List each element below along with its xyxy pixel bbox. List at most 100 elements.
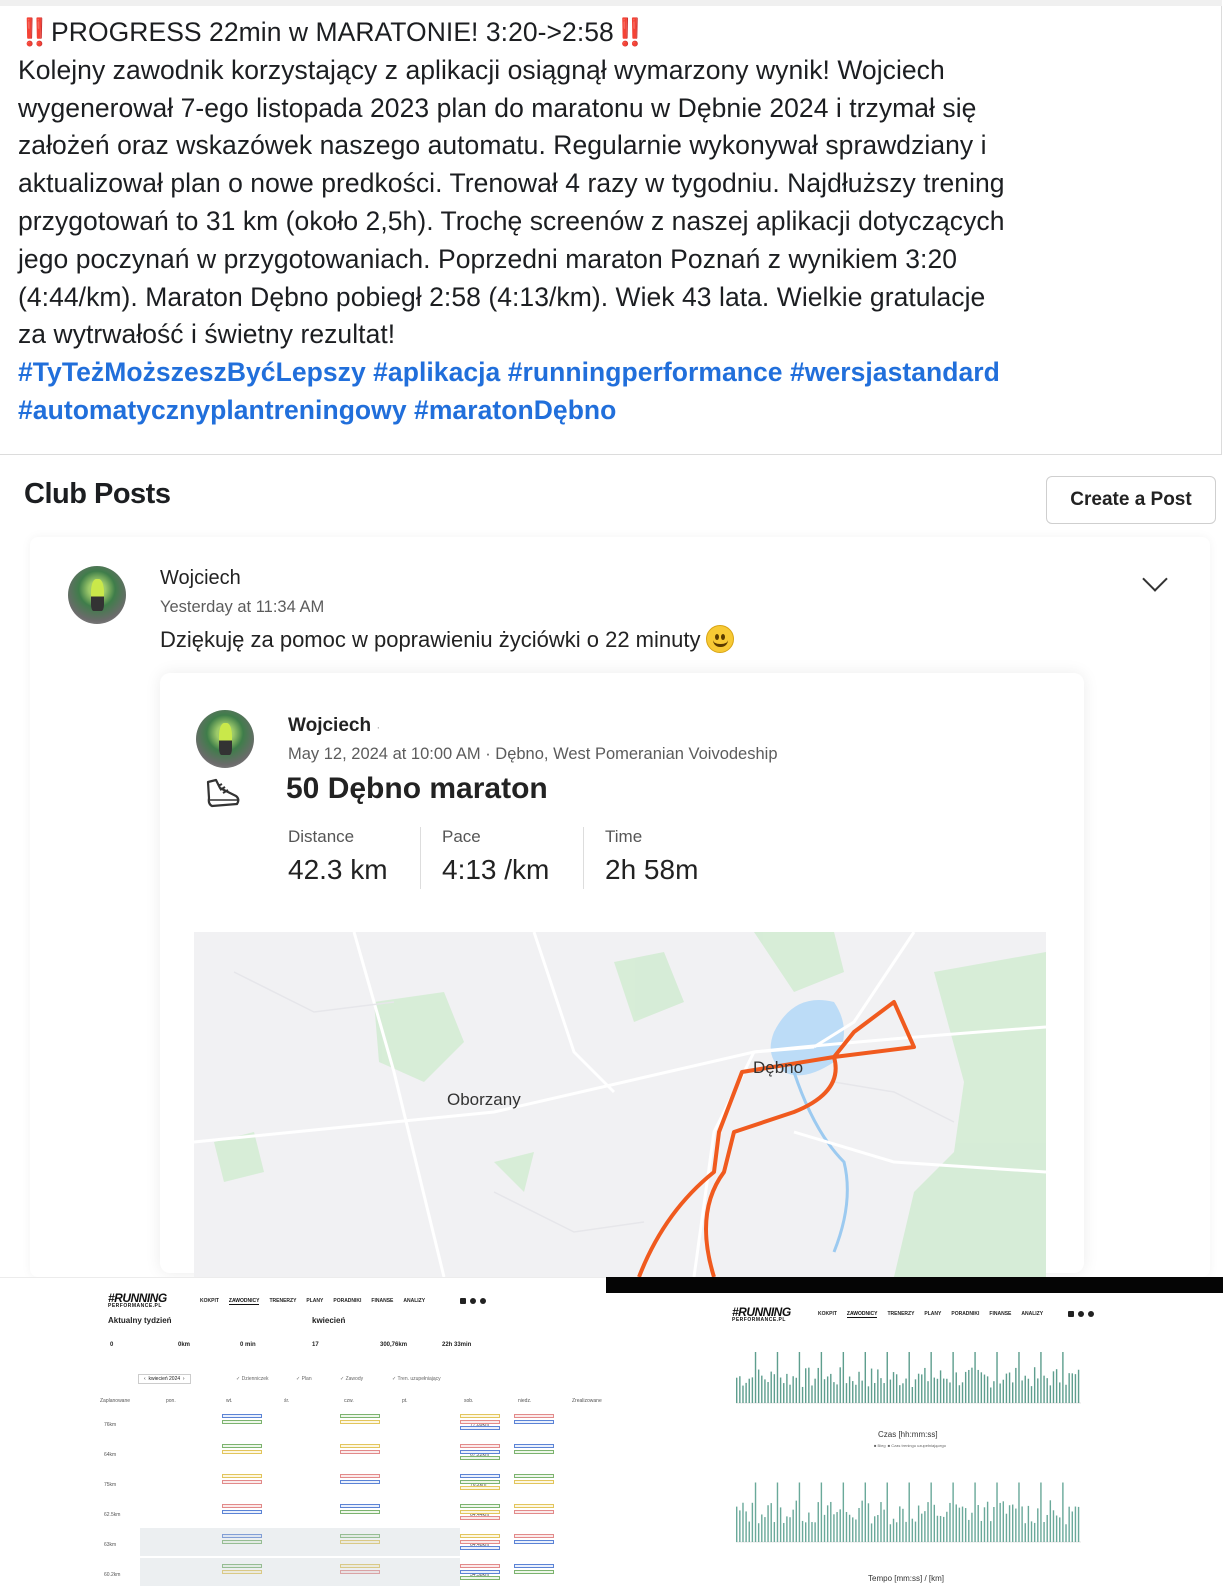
training-entry[interactable] bbox=[460, 1474, 500, 1478]
training-entry[interactable] bbox=[460, 1456, 500, 1460]
filter-plan[interactable]: ✓ Plan bbox=[296, 1376, 312, 1382]
app-nav: KOKPIT ZAWODNICY TRENERZY PLANY PORADNIK… bbox=[818, 1311, 1043, 1318]
chart-bar bbox=[943, 1378, 945, 1403]
chart-bar bbox=[808, 1367, 810, 1403]
chart-bar bbox=[990, 1387, 992, 1403]
training-entry[interactable] bbox=[460, 1534, 500, 1538]
chart-bar bbox=[792, 1509, 794, 1542]
training-entry[interactable] bbox=[460, 1486, 500, 1490]
activity-author[interactable]: Wojciech · bbox=[288, 715, 380, 737]
chart-bar bbox=[1065, 1524, 1067, 1542]
filter-supplementary[interactable]: ✓ Tren. uzupełniający bbox=[392, 1376, 441, 1382]
nav-item[interactable]: PORADNIKI bbox=[951, 1311, 979, 1318]
training-entry[interactable] bbox=[460, 1426, 500, 1430]
training-entry[interactable] bbox=[460, 1576, 500, 1580]
nav-item[interactable]: KOKPIT bbox=[200, 1298, 219, 1305]
training-entry[interactable] bbox=[340, 1450, 380, 1454]
create-post-button[interactable]: Create a Post bbox=[1046, 476, 1216, 524]
nav-item[interactable]: FINANSE bbox=[371, 1298, 393, 1305]
training-entry[interactable] bbox=[460, 1564, 500, 1568]
nav-item[interactable]: KOKPIT bbox=[818, 1311, 837, 1318]
nav-item[interactable]: TRENERZY bbox=[269, 1298, 296, 1305]
training-entry[interactable] bbox=[514, 1564, 554, 1568]
training-entry[interactable] bbox=[460, 1516, 500, 1520]
training-entry[interactable] bbox=[222, 1414, 262, 1418]
chart-bar bbox=[858, 1507, 860, 1542]
training-entry[interactable] bbox=[460, 1540, 500, 1544]
nav-item[interactable]: PORADNIKI bbox=[333, 1298, 361, 1305]
training-entry[interactable] bbox=[460, 1480, 500, 1484]
chart-bar bbox=[808, 1512, 810, 1542]
training-entry[interactable] bbox=[514, 1444, 554, 1448]
chart-bar bbox=[993, 1507, 995, 1542]
nav-item[interactable]: PLANY bbox=[306, 1298, 323, 1305]
training-entry[interactable] bbox=[340, 1420, 380, 1424]
training-entry[interactable] bbox=[340, 1480, 380, 1484]
training-entry[interactable] bbox=[340, 1444, 380, 1448]
training-entry[interactable] bbox=[514, 1570, 554, 1574]
time-bar-chart bbox=[736, 1482, 1081, 1543]
training-entry[interactable] bbox=[222, 1474, 262, 1478]
map-label-oborzany: Oborzany bbox=[447, 1090, 521, 1109]
chart-bar bbox=[924, 1511, 926, 1542]
training-entry[interactable] bbox=[460, 1546, 500, 1550]
month-selector[interactable]: ‹ kwiecień 2024 › bbox=[138, 1374, 191, 1384]
training-entry[interactable] bbox=[222, 1504, 262, 1508]
training-entry[interactable] bbox=[222, 1510, 262, 1514]
chart-bar bbox=[779, 1507, 782, 1542]
nav-item[interactable]: FINANSE bbox=[989, 1311, 1011, 1318]
route-map[interactable] bbox=[194, 932, 1046, 1277]
nav-item[interactable]: ANALIZY bbox=[1021, 1311, 1043, 1318]
training-entry[interactable] bbox=[514, 1420, 554, 1424]
chart-bar bbox=[820, 1482, 823, 1542]
training-entry[interactable] bbox=[514, 1414, 554, 1418]
chart-bar bbox=[742, 1502, 744, 1542]
header-icons[interactable] bbox=[1068, 1311, 1094, 1317]
training-entry[interactable] bbox=[460, 1420, 500, 1424]
training-entry[interactable] bbox=[222, 1450, 262, 1454]
training-entry[interactable] bbox=[222, 1420, 262, 1424]
training-entry[interactable] bbox=[460, 1510, 500, 1514]
training-entry[interactable] bbox=[460, 1504, 500, 1508]
post-author-name[interactable]: Wojciech bbox=[160, 567, 241, 590]
filter-diary[interactable]: ✓ Dzienniczek bbox=[236, 1376, 269, 1382]
chart-bar bbox=[1037, 1508, 1039, 1542]
training-entry[interactable] bbox=[460, 1414, 500, 1418]
training-entry[interactable] bbox=[340, 1510, 380, 1514]
map-label-debno: Dębno bbox=[753, 1058, 804, 1077]
post-message: Dziękuję za pomoc w poprawieniu życiówki… bbox=[160, 625, 735, 653]
chart-bar bbox=[1059, 1382, 1061, 1403]
training-entry[interactable] bbox=[222, 1480, 262, 1484]
training-entry[interactable] bbox=[222, 1444, 262, 1448]
hashtag-links[interactable]: #automatycznyplantreningowy #maratonDębn… bbox=[18, 392, 1208, 430]
chart-bar bbox=[814, 1378, 816, 1403]
training-entry[interactable] bbox=[340, 1504, 380, 1508]
nav-item-active[interactable]: ZAWODNICY bbox=[846, 1311, 878, 1318]
training-entry[interactable] bbox=[340, 1474, 380, 1478]
training-entry[interactable] bbox=[514, 1480, 554, 1484]
training-entry[interactable] bbox=[514, 1504, 554, 1508]
training-entry[interactable] bbox=[514, 1534, 554, 1538]
avatar[interactable] bbox=[68, 566, 126, 624]
chart-bar bbox=[914, 1521, 917, 1542]
training-entry[interactable] bbox=[514, 1474, 554, 1478]
training-entry[interactable] bbox=[460, 1570, 500, 1574]
nav-item[interactable]: PLANY bbox=[924, 1311, 941, 1318]
header-icons[interactable] bbox=[460, 1298, 486, 1304]
activity-avatar[interactable] bbox=[196, 710, 254, 768]
nav-item-active[interactable]: ZAWODNICY bbox=[228, 1298, 260, 1305]
training-entry[interactable] bbox=[460, 1450, 500, 1454]
chart-bar bbox=[905, 1521, 907, 1542]
filter-races[interactable]: ✓ Zawody bbox=[340, 1376, 363, 1382]
hashtag-links[interactable]: #TyTeżMoższeszByćLepszy #aplikacja #runn… bbox=[18, 354, 1208, 392]
training-entry[interactable] bbox=[340, 1414, 380, 1418]
nav-item[interactable]: TRENERZY bbox=[887, 1311, 914, 1318]
activity-title[interactable]: 50 Dębno maraton bbox=[286, 772, 548, 806]
training-entry[interactable] bbox=[514, 1510, 554, 1514]
nav-item[interactable]: ANALIZY bbox=[403, 1298, 425, 1305]
chart-bar bbox=[952, 1352, 954, 1403]
post-timestamp[interactable]: Yesterday at 11:34 AM bbox=[160, 598, 324, 617]
training-entry[interactable] bbox=[460, 1444, 500, 1448]
training-entry[interactable] bbox=[514, 1450, 554, 1454]
training-entry[interactable] bbox=[514, 1540, 554, 1544]
